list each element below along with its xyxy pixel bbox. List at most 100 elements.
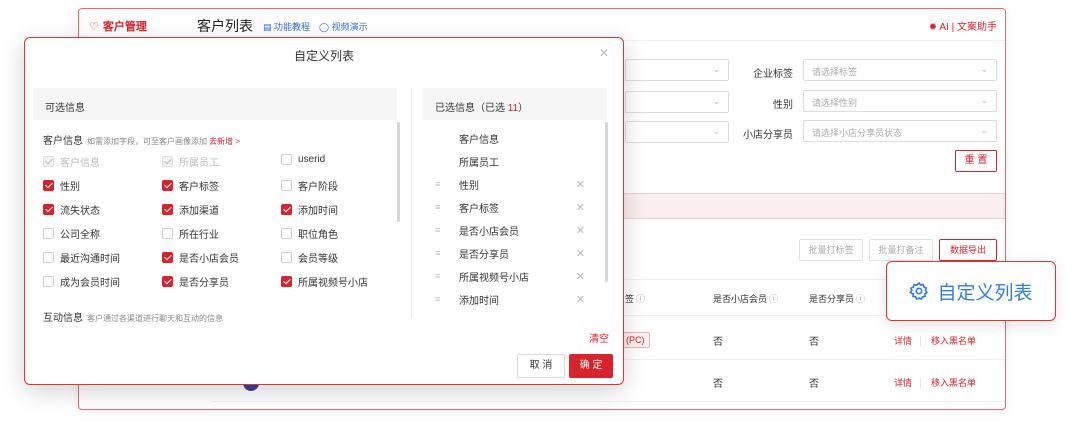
field-option-checkbox[interactable]: 职位角色 [281, 226, 338, 241]
field-option-checkbox[interactable]: 性别 [43, 178, 80, 193]
chevron-down-icon: ⌄ [712, 64, 720, 74]
remove-icon[interactable]: ✕ [576, 201, 585, 214]
gender-placeholder: 请选择性别 [812, 98, 858, 108]
remove-icon[interactable]: ✕ [576, 224, 585, 237]
filter-select-1[interactable]: ⌄ [625, 59, 729, 81]
custom-list-callout[interactable]: 自定义列表 [886, 261, 1056, 321]
customer-info-section: 客户信息 如需添加字段，可至客户画像添加 去新增 > [43, 132, 240, 147]
drag-handle-icon[interactable]: ≡ [435, 248, 459, 258]
drag-handle-icon[interactable]: ≡ [435, 202, 459, 212]
field-option-label: 是否小店会员 [179, 254, 239, 265]
enterprise-tag-select[interactable]: 请选择标签 ⌄ [803, 59, 997, 81]
chevron-down-icon: ⌄ [712, 96, 720, 106]
field-option-label: 客户信息 [60, 158, 100, 169]
drag-handle-icon[interactable]: ≡ [435, 225, 459, 235]
row-detail-link[interactable]: 详情 [894, 334, 912, 347]
custom-list-dialog: 自定义列表 ✕ 可选信息 客户信息 如需添加字段，可至客户画像添加 去新增 > 客户… [24, 37, 624, 385]
chevron-down-icon: ⌄ [712, 126, 720, 136]
gender-select[interactable]: 请选择性别 ⌄ [803, 90, 997, 112]
table-header-member-label: 是否小店会员 [713, 294, 768, 304]
tutorial-link[interactable]: ▤ 功能教程 [263, 20, 310, 33]
field-option-label: userid [298, 154, 326, 165]
video-link[interactable]: ◯ 视频演示 [319, 20, 368, 33]
custom-list-callout-label: 自定义列表 [937, 282, 1033, 304]
field-option-checkbox[interactable]: 添加渠道 [162, 202, 219, 217]
interaction-info-desc: 客户通过各渠道进行聊天和互动的信息 [87, 314, 223, 323]
checkbox-icon [281, 276, 292, 287]
row-member-value: 否 [713, 379, 723, 390]
remove-icon[interactable]: ✕ [576, 178, 585, 191]
drag-handle-icon[interactable]: ≡ [435, 179, 459, 189]
add-field-link[interactable]: 去新增 > [209, 137, 240, 146]
enterprise-tag-label: 企业标签 [753, 69, 793, 80]
checkbox-icon [281, 154, 292, 165]
field-option-checkbox[interactable]: 是否小店会员 [162, 250, 239, 265]
field-option-label: 添加渠道 [179, 206, 219, 217]
interaction-info-title: 互动信息 [43, 313, 83, 324]
field-option-checkbox[interactable]: 会员等级 [281, 250, 338, 265]
left-scrollbar[interactable] [397, 122, 400, 222]
enterprise-tag-placeholder: 请选择标签 [812, 67, 858, 77]
chevron-down-icon: ⌄ [980, 95, 988, 105]
row-detail-link[interactable]: 详情 [894, 376, 912, 389]
remove-icon[interactable]: ✕ [576, 247, 585, 260]
remove-icon[interactable]: ✕ [576, 270, 585, 283]
reset-button[interactable]: 重 置 [955, 150, 997, 172]
field-option-checkbox[interactable]: 所属视频号小店 [281, 274, 368, 289]
ai-assistant-button[interactable]: ✹ AI | 文案助手 [929, 18, 997, 33]
drag-handle-icon[interactable]: ≡ [435, 271, 459, 281]
drag-handle-icon[interactable]: ≡ [435, 294, 459, 304]
row-blacklist-link[interactable]: 移入黑名单 [931, 376, 976, 389]
field-option-checkbox[interactable]: 添加时间 [281, 202, 338, 217]
field-option-label: 所在行业 [179, 230, 219, 241]
brand[interactable]: ♡ 客户管理 [89, 18, 147, 34]
selected-fields-header: 已选信息（已选 11） [423, 88, 607, 120]
row-blacklist-link[interactable]: 移入黑名单 [931, 334, 976, 347]
available-fields-header: 可选信息 [33, 88, 397, 120]
selected-field-item[interactable]: ≡ 是否小店会员 ✕ [435, 222, 585, 238]
checkbox-icon [43, 204, 54, 215]
field-option-checkbox[interactable]: 是否分享员 [162, 274, 229, 289]
selected-field-item[interactable]: ≡ 客户标签 ✕ [435, 199, 585, 215]
sharer-select[interactable]: 请选择小店分享员状态 ⌄ [803, 120, 997, 142]
cancel-button[interactable]: 取 消 [517, 354, 565, 378]
gear-icon [909, 281, 929, 301]
checkbox-icon [281, 180, 292, 191]
field-option-label: 是否分享员 [179, 278, 229, 289]
right-scrollbar[interactable] [605, 122, 608, 282]
selected-field-item[interactable]: ≡ 是否分享员 ✕ [435, 245, 585, 261]
chevron-down-icon: ⌄ [980, 125, 988, 135]
op-separator [920, 378, 921, 388]
table-header-member: 是否小店会员 ⓘ [713, 292, 778, 305]
field-option-checkbox[interactable]: userid [281, 154, 325, 165]
confirm-button[interactable]: 确 定 [569, 354, 613, 378]
field-option-label: 添加时间 [298, 206, 338, 217]
field-option-checkbox[interactable]: 流失状态 [43, 202, 100, 217]
filter-select-3[interactable]: ⌄ [625, 121, 729, 143]
close-icon[interactable]: ✕ [599, 46, 609, 60]
ai-assistant-label: AI | 文案助手 [939, 22, 997, 33]
row-tag-badge: (PC) [621, 332, 650, 348]
field-option-checkbox[interactable]: 公司全称 [43, 226, 100, 241]
field-option-label: 公司全称 [60, 230, 100, 241]
selected-field-item[interactable]: ≡ 所属视频号小店 ✕ [435, 268, 585, 284]
selected-field-item[interactable]: ≡ 性别 ✕ [435, 176, 585, 192]
field-option-label: 会员等级 [298, 254, 338, 265]
bulk-note-button[interactable]: 批量打备注 [869, 239, 933, 261]
remove-icon[interactable]: ✕ [576, 293, 585, 306]
bulk-tag-button[interactable]: 批量打标签 [799, 239, 863, 261]
clear-button[interactable]: 清空 [589, 330, 609, 345]
field-option-checkbox[interactable]: 客户阶段 [281, 178, 338, 193]
field-option-checkbox[interactable]: 客户标签 [162, 178, 219, 193]
filter-select-2[interactable]: ⌄ [625, 91, 729, 113]
field-option-checkbox[interactable]: 最近沟通时间 [43, 250, 120, 265]
selected-field-item[interactable]: ≡ 添加时间 ✕ [435, 291, 585, 307]
field-option-checkbox: 客户信息 [43, 154, 100, 169]
customer-info-desc: 如需添加字段，可至客户画像添加 [87, 137, 207, 146]
selected-field-label: 性别 [459, 180, 479, 192]
export-button[interactable]: 数据导出 [939, 239, 997, 261]
field-option-label: 客户标签 [179, 182, 219, 193]
field-option-checkbox[interactable]: 所在行业 [162, 226, 219, 241]
field-option-checkbox[interactable]: 成为会员时间 [43, 274, 120, 289]
interaction-info-section: 互动信息 客户通过各渠道进行聊天和互动的信息 [43, 309, 223, 324]
